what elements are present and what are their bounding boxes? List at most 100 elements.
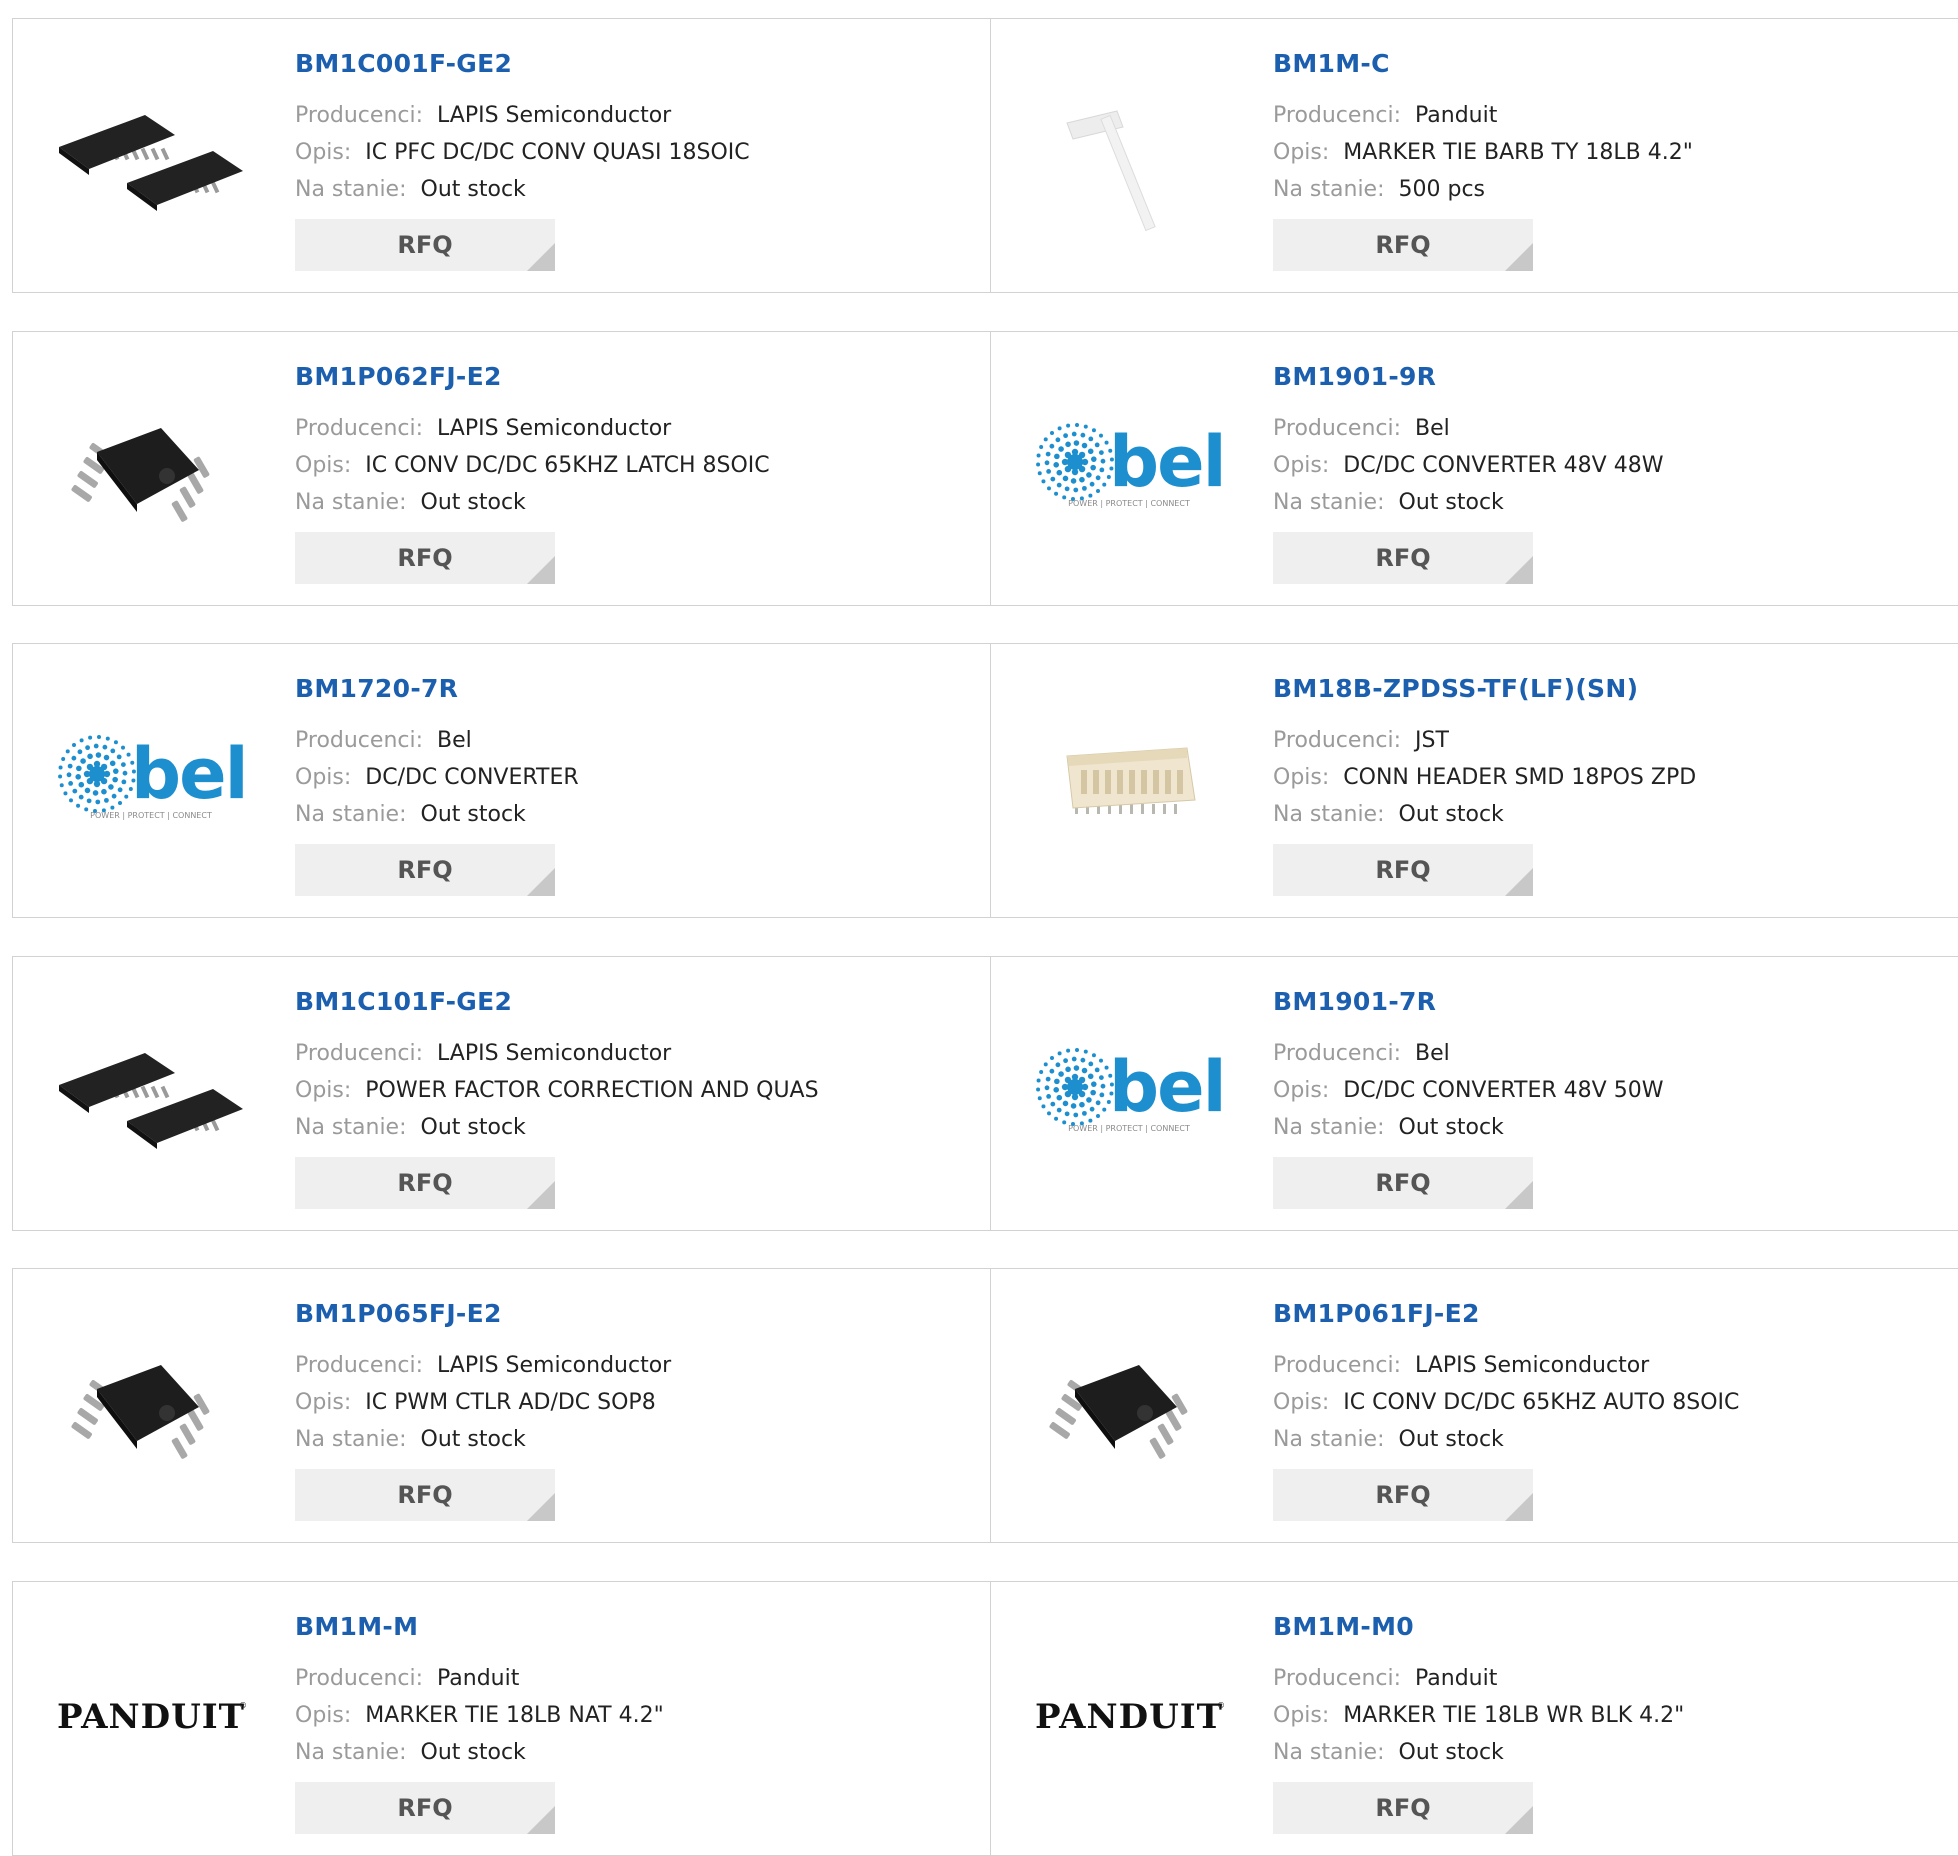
manufacturer-row-label: Producenci: bbox=[1273, 415, 1402, 441]
product-image[interactable]: bel POWER | PROTECT | CONNECT bbox=[1027, 991, 1231, 1195]
rfq-button[interactable]: RFQ bbox=[1273, 1781, 1533, 1834]
manufacturer-row: Producenci: Panduit bbox=[1273, 1666, 1497, 1691]
rfq-button[interactable]: RFQ bbox=[295, 1156, 555, 1209]
stock-row-value: Out stock bbox=[420, 802, 526, 827]
manufacturer-row: Producenci: Bel bbox=[295, 728, 472, 753]
description-row: Opis: DC/DC CONVERTER bbox=[295, 765, 579, 790]
product-image[interactable]: PANDUIT ® bbox=[49, 1616, 253, 1820]
description-row: Opis: CONN HEADER SMD 18POS ZPD bbox=[1273, 765, 1696, 790]
product-card: BM1C001F-GE2 Producenci: LAPIS Semiconduct… bbox=[12, 18, 992, 293]
product-card: BM1M-C Producenci: Panduit Opis: MARKER TIE … bbox=[990, 18, 1958, 293]
rfq-button[interactable]: RFQ bbox=[295, 844, 555, 896]
stock-row-label: Na stanie: bbox=[1273, 177, 1385, 202]
stock-row: Na stanie: Out stock bbox=[295, 1740, 526, 1765]
rfq-button-label: RFQ bbox=[1375, 1793, 1431, 1822]
manufacturer-row: Producenci: Bel bbox=[1273, 416, 1450, 441]
manufacturer-row-label: Producenci: bbox=[295, 1040, 424, 1066]
manufacturer-row: Producenci: Bel bbox=[1273, 1041, 1450, 1066]
connector-header-image bbox=[1066, 747, 1196, 814]
part-number-link[interactable]: BM1M-C bbox=[1273, 49, 1390, 78]
rfq-button[interactable]: RFQ bbox=[295, 1469, 555, 1521]
corner-triangle-icon bbox=[527, 243, 555, 271]
stock-row: Na stanie: Out stock bbox=[1273, 1740, 1504, 1765]
rfq-button-label: RFQ bbox=[1375, 856, 1431, 884]
rfq-button-label: RFQ bbox=[1375, 543, 1431, 572]
product-image[interactable]: PANDUIT ® bbox=[1027, 1616, 1231, 1820]
rfq-button[interactable]: RFQ bbox=[1273, 844, 1533, 896]
rfq-button[interactable]: RFQ bbox=[295, 219, 555, 271]
svg-text:®: ® bbox=[239, 1701, 247, 1710]
part-number-link[interactable]: BM1C001F-GE2 bbox=[295, 49, 512, 78]
stock-row-value: Out stock bbox=[420, 1739, 526, 1765]
manufacturer-row-label: Producenci: bbox=[1273, 1040, 1402, 1066]
rfq-button[interactable]: RFQ bbox=[1273, 531, 1533, 584]
product-card: PANDUIT ® BM1M-M Producenci: Panduit Opis: MA… bbox=[12, 1580, 992, 1856]
product-image[interactable]: bel POWER | PROTECT | CONNECT bbox=[1027, 366, 1231, 570]
stock-row-value: Out stock bbox=[420, 1427, 526, 1452]
stock-row: Na stanie: Out stock bbox=[1273, 490, 1504, 515]
description-row-value: DC/DC CONVERTER bbox=[365, 765, 579, 790]
rfq-button[interactable]: RFQ bbox=[1273, 1156, 1533, 1209]
part-number-link[interactable]: BM1901-7R bbox=[1273, 987, 1436, 1016]
stock-row-value: Out stock bbox=[1398, 1114, 1504, 1140]
stock-row: Na stanie: Out stock bbox=[295, 1427, 526, 1452]
soic-18-chip-image bbox=[59, 115, 243, 211]
description-row-value: IC PWM CTLR AD/DC SOP8 bbox=[365, 1390, 656, 1415]
part-number-link[interactable]: BM1P065FJ-E2 bbox=[295, 1299, 502, 1328]
manufacturer-row: Producenci: LAPIS Semiconductor bbox=[1273, 1353, 1649, 1378]
marker-tie-image bbox=[1066, 110, 1156, 232]
product-card: BM1P062FJ-E2 Producenci: LAPIS Semiconduct… bbox=[12, 330, 992, 606]
manufacturer-row-value: LAPIS Semiconductor bbox=[437, 415, 672, 441]
rfq-button[interactable]: RFQ bbox=[1273, 219, 1533, 271]
svg-text:PANDUIT: PANDUIT bbox=[1035, 1697, 1223, 1737]
product-image[interactable] bbox=[49, 53, 253, 257]
corner-triangle-icon bbox=[527, 1805, 555, 1834]
product-image[interactable] bbox=[1027, 678, 1231, 882]
stock-row-value: Out stock bbox=[1398, 1739, 1504, 1765]
part-number-link[interactable]: BM1C101F-GE2 bbox=[295, 987, 512, 1016]
part-number-link[interactable]: BM1720-7R bbox=[295, 674, 458, 703]
corner-triangle-icon bbox=[1505, 1180, 1533, 1209]
product-image[interactable] bbox=[49, 991, 253, 1195]
manufacturer-row-value: Bel bbox=[437, 728, 472, 753]
description-row-label: Opis: bbox=[295, 1390, 352, 1415]
part-number-link[interactable]: BM1P061FJ-E2 bbox=[1273, 1299, 1480, 1328]
description-row-value: IC PFC DC/DC CONV QUASI 18SOIC bbox=[365, 140, 750, 165]
manufacturer-row-value: Bel bbox=[1415, 1040, 1450, 1066]
description-row: Opis: DC/DC CONVERTER 48V 50W bbox=[1273, 1078, 1663, 1103]
rfq-button-label: RFQ bbox=[397, 1481, 453, 1509]
part-number-link[interactable]: BM1P062FJ-E2 bbox=[295, 362, 502, 391]
part-number-link[interactable]: BM1M-M bbox=[295, 1612, 418, 1641]
part-number-link[interactable]: BM18B-ZPDSS-TF(LF)(SN) bbox=[1273, 674, 1638, 703]
rfq-button-label: RFQ bbox=[397, 856, 453, 884]
corner-triangle-icon bbox=[1505, 868, 1533, 896]
description-row-value: CONN HEADER SMD 18POS ZPD bbox=[1343, 765, 1697, 790]
manufacturer-row-label: Producenci: bbox=[1273, 1353, 1402, 1378]
product-image[interactable] bbox=[49, 366, 253, 570]
rfq-button-label: RFQ bbox=[397, 231, 453, 259]
rfq-button[interactable]: RFQ bbox=[295, 1781, 555, 1834]
stock-row-label: Na stanie: bbox=[1273, 1739, 1385, 1765]
product-image[interactable] bbox=[49, 1303, 253, 1507]
manufacturer-row-label: Producenci: bbox=[295, 1353, 424, 1378]
part-number-link[interactable]: BM1901-9R bbox=[1273, 362, 1436, 391]
product-image[interactable] bbox=[1027, 53, 1231, 257]
svg-text:bel: bel bbox=[131, 733, 247, 815]
manufacturer-row-label: Producenci: bbox=[1273, 728, 1402, 753]
part-number-link[interactable]: BM1M-M0 bbox=[1273, 1612, 1414, 1641]
corner-triangle-icon bbox=[1505, 243, 1533, 271]
rfq-button[interactable]: RFQ bbox=[295, 531, 555, 584]
rfq-button-label: RFQ bbox=[397, 543, 453, 572]
stock-row-label: Na stanie: bbox=[1273, 1114, 1385, 1140]
corner-triangle-icon bbox=[1505, 1805, 1533, 1834]
manufacturer-row-label: Producenci: bbox=[295, 728, 424, 753]
rfq-button[interactable]: RFQ bbox=[1273, 1469, 1533, 1521]
description-row-label: Opis: bbox=[1273, 140, 1330, 165]
rfq-button-label: RFQ bbox=[1375, 1168, 1431, 1197]
product-card: BM1P065FJ-E2 Producenci: LAPIS Semiconduct… bbox=[12, 1268, 992, 1543]
product-image[interactable]: bel POWER | PROTECT | CONNECT bbox=[49, 678, 253, 882]
description-row-value: MARKER TIE BARB TY 18LB 4.2" bbox=[1343, 140, 1693, 165]
manufacturer-row-value: Panduit bbox=[1415, 103, 1498, 128]
product-image[interactable] bbox=[1027, 1303, 1231, 1507]
stock-row: Na stanie: Out stock bbox=[1273, 1115, 1504, 1140]
